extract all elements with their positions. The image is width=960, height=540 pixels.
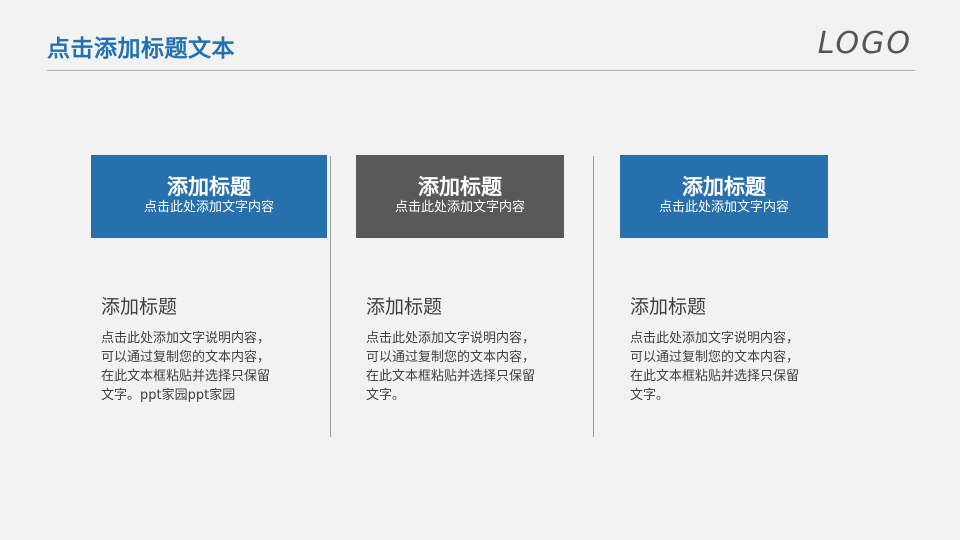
- column-2-box-subtitle: 点击此处添加文字内容: [394, 200, 525, 215]
- column-1-box-subtitle: 点击此处添加文字内容: [143, 200, 274, 215]
- column-1-title-box[interactable]: 添加标题 点击此处添加文字内容: [91, 155, 327, 238]
- column-3-body[interactable]: 点击此处添加文字说明内容，可以通过复制您的文本内容，在此文本框粘贴并选择只保留文…: [630, 329, 808, 405]
- column-2-title-box[interactable]: 添加标题 点击此处添加文字内容: [356, 155, 564, 238]
- column-1-body[interactable]: 点击此处添加文字说明内容，可以通过复制您的文本内容，在此文本框粘贴并选择只保留文…: [101, 329, 279, 405]
- column-divider-1: [330, 156, 331, 437]
- column-3-box-title: 添加标题: [682, 175, 766, 199]
- column-2-heading[interactable]: 添加标题: [366, 292, 442, 319]
- header-divider: [47, 70, 915, 71]
- column-3-box-subtitle: 点击此处添加文字内容: [658, 200, 789, 215]
- column-1-heading[interactable]: 添加标题: [101, 292, 177, 319]
- column-2-body[interactable]: 点击此处添加文字说明内容，可以通过复制您的文本内容，在此文本框粘贴并选择只保留文…: [366, 329, 544, 405]
- slide: 点击添加标题文本 LOGO 添加标题 点击此处添加文字内容 添加标题 点击此处添…: [0, 0, 960, 540]
- slide-title[interactable]: 点击添加标题文本: [47, 29, 235, 63]
- logo: LOGO: [817, 26, 912, 61]
- column-2-box-title: 添加标题: [418, 175, 502, 199]
- column-3-title-box[interactable]: 添加标题 点击此处添加文字内容: [620, 155, 828, 238]
- column-1-box-title: 添加标题: [167, 175, 251, 199]
- column-divider-2: [593, 156, 594, 437]
- column-3-heading[interactable]: 添加标题: [630, 292, 706, 319]
